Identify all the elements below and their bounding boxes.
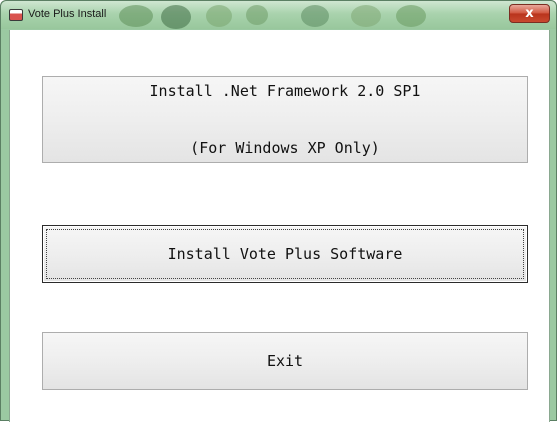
titlebar-decoration (301, 5, 329, 27)
titlebar-decoration (246, 5, 268, 25)
titlebar-decoration (351, 5, 381, 27)
window-title: Vote Plus Install (28, 8, 107, 20)
exit-button[interactable]: Exit (42, 332, 528, 390)
install-vote-plus-button[interactable]: Install Vote Plus Software (42, 225, 528, 283)
net-framework-button-label: Install .Net Framework 2.0 SP1 (For Wind… (150, 44, 421, 196)
titlebar-decoration (396, 5, 426, 27)
titlebar-decoration (206, 5, 232, 27)
net-framework-label-line2: (For Windows XP Only) (190, 138, 380, 157)
titlebar-decoration (161, 5, 191, 29)
titlebar-decoration (119, 5, 153, 27)
client-area: Install .Net Framework 2.0 SP1 (For Wind… (9, 30, 550, 422)
install-net-framework-button[interactable]: Install .Net Framework 2.0 SP1 (For Wind… (42, 76, 528, 163)
app-icon (9, 9, 23, 21)
net-framework-label-line1: Install .Net Framework 2.0 SP1 (149, 81, 421, 100)
close-button[interactable]: x (509, 4, 550, 23)
exit-label: Exit (266, 351, 304, 370)
installer-window: Vote Plus Install x Install .Net Framewo… (0, 0, 557, 422)
focus-rectangle (46, 229, 524, 279)
title-bar[interactable]: Vote Plus Install x (1, 1, 556, 29)
